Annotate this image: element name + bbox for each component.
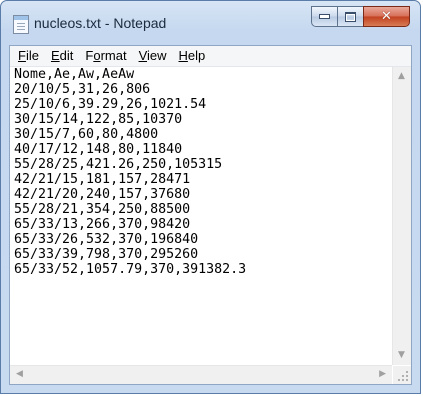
maximize-button[interactable] — [337, 6, 364, 27]
menu-format-rest: rmat — [100, 48, 127, 63]
text-line: 65/33/13,266,370,98420 — [14, 217, 191, 232]
notepad-icon[interactable] — [13, 15, 29, 34]
scroll-up-icon[interactable]: ▲ — [398, 72, 405, 81]
menu-edit-rest: dit — [59, 48, 74, 63]
grip-dot — [406, 379, 408, 381]
scroll-down-icon[interactable]: ▼ — [398, 351, 405, 360]
grip-dot — [398, 379, 400, 381]
menu-format[interactable]: Format — [79, 46, 132, 66]
title-bar[interactable]: nucleos.txt - Notepad ✕ — [1, 1, 420, 45]
grip-dot — [402, 375, 404, 377]
close-button[interactable]: ✕ — [363, 6, 410, 27]
text-line: 55/28/21,354,250,88500 — [14, 202, 191, 217]
menu-help-accel: H — [178, 48, 188, 63]
text-line: 65/33/39,798,370,295260 — [14, 247, 199, 262]
grip-dot — [406, 375, 408, 377]
maximize-icon — [345, 11, 356, 22]
menu-view-accel: V — [138, 48, 147, 63]
menu-file-rest: ile — [25, 48, 39, 63]
menu-edit-accel: E — [50, 48, 60, 63]
minimize-button[interactable] — [311, 6, 338, 27]
text-line: Nome,Ae,Aw,AeAw — [14, 67, 135, 82]
menu-bar: File Edit Format View Help — [10, 46, 411, 67]
text-line: 30/15/14,122,85,10370 — [14, 112, 183, 127]
text-line: 42/21/20,240,157,37680 — [14, 187, 191, 202]
grip-dot — [406, 371, 408, 373]
scroll-left-icon[interactable]: ◀ — [16, 370, 23, 379]
menu-help-rest: elp — [187, 48, 206, 63]
vertical-scrollbar[interactable]: ▲ ▼ — [392, 67, 411, 365]
text-line: 25/10/6,39.29,26,1021.54 — [14, 97, 207, 112]
menu-file-accel: F — [18, 48, 26, 63]
scroll-right-icon[interactable]: ▶ — [379, 370, 386, 379]
text-line: 20/10/5,31,26,806 — [14, 82, 151, 97]
horizontal-scrollbar[interactable]: ◀ ▶ — [10, 365, 392, 384]
close-icon: ✕ — [381, 9, 392, 24]
grip-dot — [402, 379, 404, 381]
document-text[interactable]: Nome,Ae,Aw,AeAw 20/10/5,31,26,806 25/10/6,… — [12, 67, 392, 365]
menu-format-accel: o — [93, 48, 101, 63]
menu-help[interactable]: Help — [173, 46, 212, 66]
text-line: 42/21/15,181,157,28471 — [14, 172, 191, 187]
text-line: 30/15/7,60,80,4800 — [14, 127, 159, 142]
client-area: File Edit Format View Help Nome,Ae,Aw,Ae… — [9, 45, 412, 385]
text-line: 65/33/26,532,370,196840 — [14, 232, 199, 247]
text-line: 55/28/25,421.26,250,105315 — [14, 157, 223, 172]
menu-view[interactable]: View — [133, 46, 173, 66]
notepad-window: nucleos.txt - Notepad ✕ File Edit Format… — [0, 0, 421, 394]
window-title: nucleos.txt - Notepad — [34, 15, 167, 31]
minimize-icon — [319, 14, 330, 19]
text-line: 40/17/12,148,80,11840 — [14, 142, 183, 157]
menu-edit[interactable]: Edit — [45, 46, 79, 66]
resize-grip-icon[interactable] — [393, 366, 411, 384]
menu-file[interactable]: File — [12, 46, 45, 66]
menu-view-rest: iew — [147, 48, 167, 63]
text-line: 65/33/52,1057.79,370,391382.3 — [14, 262, 247, 277]
text-editor[interactable]: Nome,Ae,Aw,AeAw 20/10/5,31,26,806 25/10/6,… — [10, 67, 411, 384]
